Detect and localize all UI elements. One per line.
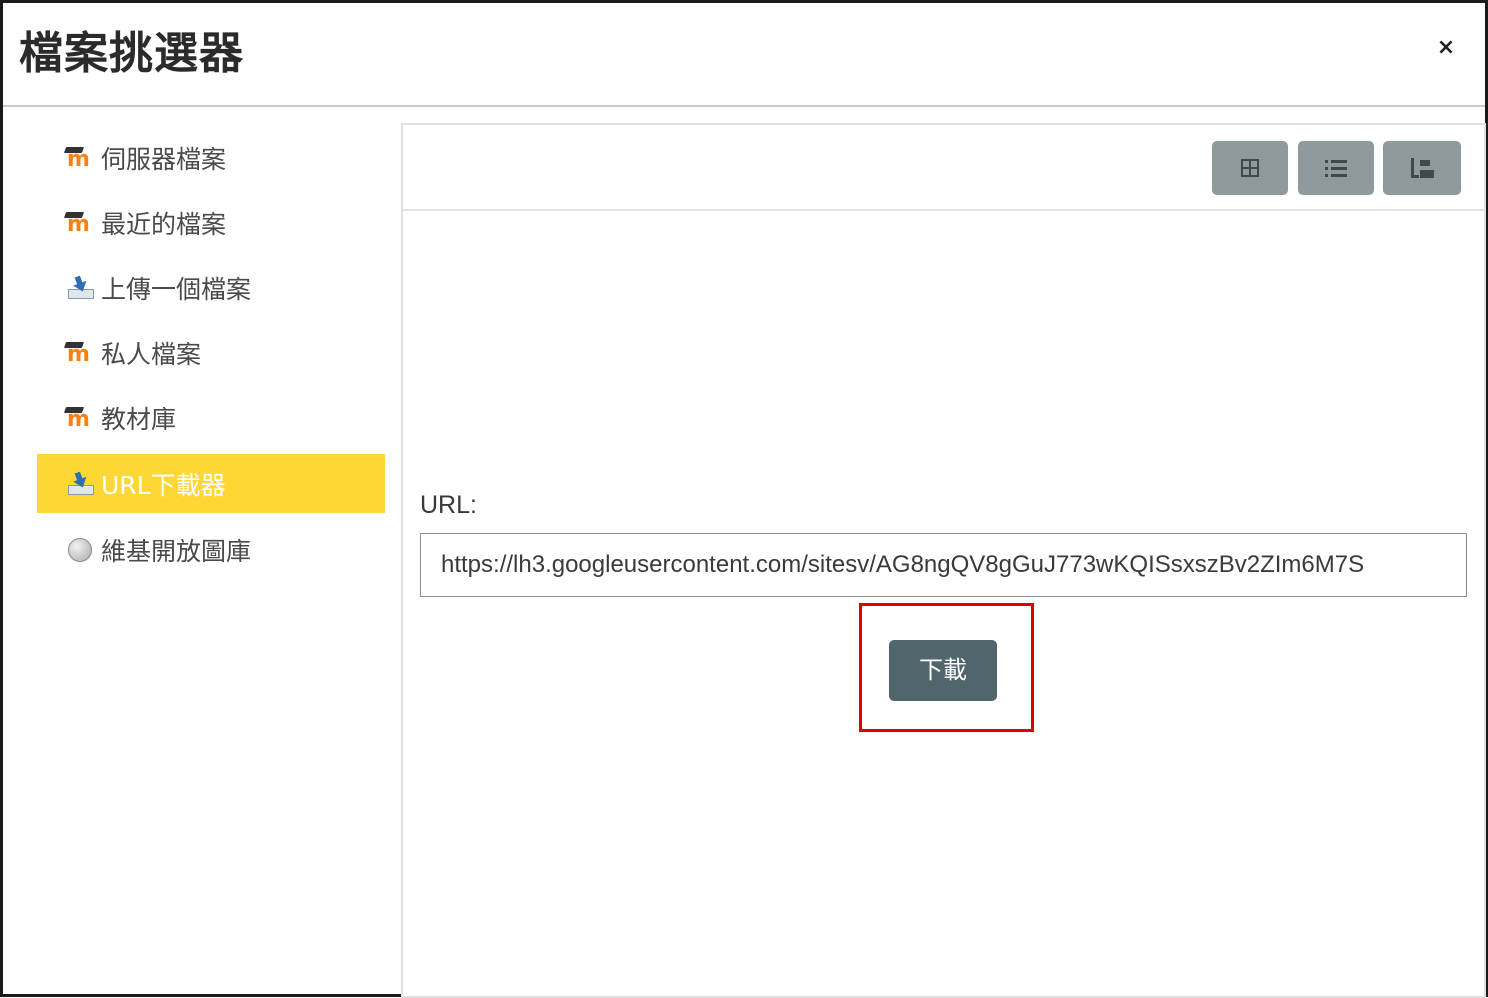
sidebar-item-label: 伺服器檔案: [101, 144, 227, 174]
repository-sidebar: m 伺服器檔案 m 最近的檔案 上傳一個檔案 m 私人檔案 m 教材庫 URL下…: [37, 125, 385, 582]
sidebar-item-upload-file[interactable]: 上傳一個檔案: [37, 255, 385, 320]
sidebar-item-label: 上傳一個檔案: [101, 274, 252, 304]
sidebar-item-label: 私人檔案: [101, 339, 202, 369]
upload-icon: [65, 275, 95, 301]
sidebar-item-private-files[interactable]: m 私人檔案: [37, 320, 385, 385]
url-label: URL:: [420, 491, 477, 519]
sidebar-item-server-files[interactable]: m 伺服器檔案: [37, 125, 385, 190]
download-button[interactable]: 下載: [889, 640, 997, 701]
moodle-icon: m: [63, 405, 95, 431]
list-view-button[interactable]: [1298, 141, 1374, 195]
dialog-title: 檔案挑選器: [19, 28, 244, 79]
file-picker-dialog: 檔案挑選器 × m 伺服器檔案 m 最近的檔案 上傳一個檔案 m 私人檔案 m …: [0, 0, 1488, 998]
file-picker-content: URL: https://lh3.googleusercontent.com/s…: [401, 123, 1486, 998]
moodle-icon: m: [63, 145, 95, 171]
wikimedia-icon: [65, 537, 95, 563]
url-input[interactable]: https://lh3.googleusercontent.com/sitesv…: [420, 533, 1467, 597]
tree-view-icon: [1410, 158, 1434, 178]
dialog-header: 檔案挑選器 ×: [3, 3, 1485, 107]
sidebar-item-wikimedia[interactable]: 維基開放圖庫: [37, 517, 385, 582]
tree-view-button[interactable]: [1383, 141, 1461, 195]
upload-icon: [65, 471, 95, 497]
sidebar-item-url-downloader[interactable]: URL下載器: [37, 454, 385, 513]
view-toolbar: [403, 125, 1484, 211]
list-view-icon: [1325, 159, 1347, 177]
grid-view-icon: [1241, 159, 1259, 177]
icon-view-button[interactable]: [1212, 141, 1288, 195]
sidebar-item-label: 維基開放圖庫: [101, 536, 252, 566]
sidebar-item-label: URL下載器: [101, 470, 226, 500]
sidebar-item-content-bank[interactable]: m 教材庫: [37, 385, 385, 450]
sidebar-item-label: 最近的檔案: [101, 209, 227, 239]
close-button[interactable]: ×: [1433, 33, 1459, 63]
sidebar-item-recent-files[interactable]: m 最近的檔案: [37, 190, 385, 255]
moodle-icon: m: [63, 340, 95, 366]
sidebar-item-label: 教材庫: [101, 404, 177, 434]
moodle-icon: m: [63, 210, 95, 236]
